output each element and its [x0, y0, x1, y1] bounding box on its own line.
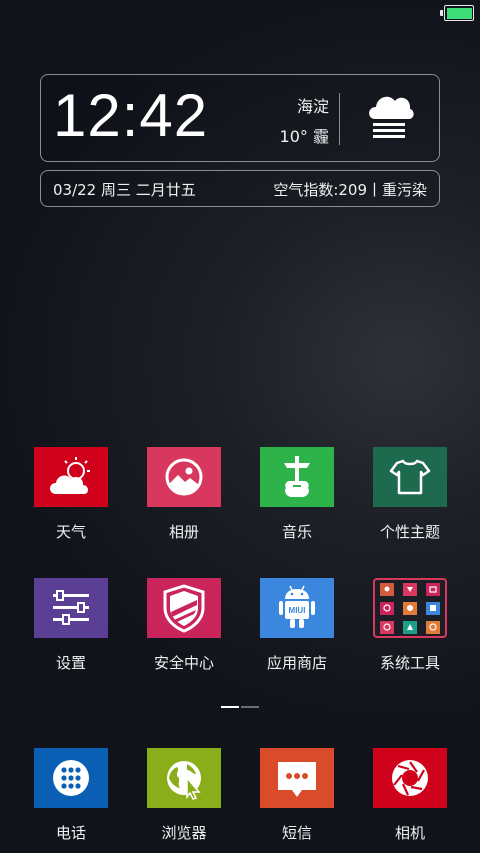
page-indicator[interactable] [221, 706, 261, 708]
app-label: 天气 [55, 523, 86, 541]
folder-system-tools[interactable]: 系统工具 [360, 578, 460, 684]
weather-location: 海淀 [296, 97, 329, 116]
app-label: 个性主题 [379, 523, 440, 541]
theme-icon [373, 447, 447, 507]
app-label: 相册 [168, 523, 199, 541]
app-security[interactable]: 安全中心 [134, 578, 234, 684]
app-weather[interactable]: 天气 [21, 447, 121, 553]
dock-phone[interactable]: 电话 [21, 748, 121, 853]
app-settings[interactable]: 设置 [21, 578, 121, 684]
clock-time[interactable]: 12:42 [53, 81, 208, 150]
messages-icon [260, 748, 334, 808]
dock-messages[interactable]: 短信 [247, 748, 347, 853]
app-label: 电话 [55, 824, 86, 842]
app-gallery[interactable]: 相册 [134, 447, 234, 553]
security-icon [147, 578, 221, 638]
clock-weather-widget[interactable]: 12:42 海淀 10° 霾 [40, 74, 440, 162]
gallery-icon [147, 447, 221, 507]
camera-icon [373, 748, 447, 808]
app-store-icon: MIUI [260, 578, 334, 638]
weather-icon [34, 447, 108, 507]
browser-icon [147, 748, 221, 808]
dock-camera[interactable]: 相机 [360, 748, 460, 853]
app-theme[interactable]: 个性主题 [360, 447, 460, 553]
date-air-widget[interactable]: 03/22 周三 二月廿五 空气指数:209丨重污染 [40, 170, 440, 207]
page-dot-active [221, 706, 239, 708]
app-label: 相机 [394, 824, 425, 842]
dock-browser[interactable]: 浏览器 [134, 748, 234, 853]
app-label: 应用商店 [266, 654, 327, 672]
date-lunar-text: 03/22 周三 二月廿五 [53, 181, 196, 199]
music-icon [260, 447, 334, 507]
fog-cloud-icon[interactable] [365, 89, 415, 145]
tools-folder-icon [373, 578, 447, 638]
settings-icon [34, 578, 108, 638]
battery-level [446, 7, 472, 19]
svg-text:MIUI: MIUI [289, 606, 306, 615]
app-label: 设置 [55, 654, 86, 672]
app-label: 短信 [281, 824, 312, 842]
battery-icon [440, 5, 474, 21]
app-label: 音乐 [281, 523, 312, 541]
app-store[interactable]: MIUI 应用商店 [247, 578, 347, 684]
app-label: 系统工具 [379, 654, 440, 672]
widget-divider [339, 93, 340, 145]
app-label: 浏览器 [161, 824, 207, 842]
app-music[interactable]: 音乐 [247, 447, 347, 553]
phone-icon [34, 748, 108, 808]
page-dot [241, 706, 259, 708]
weather-temperature: 10° 霾 [279, 127, 329, 146]
app-label: 安全中心 [153, 654, 214, 672]
status-bar [0, 0, 480, 26]
air-quality-text: 空气指数:209丨重污染 [273, 181, 427, 199]
